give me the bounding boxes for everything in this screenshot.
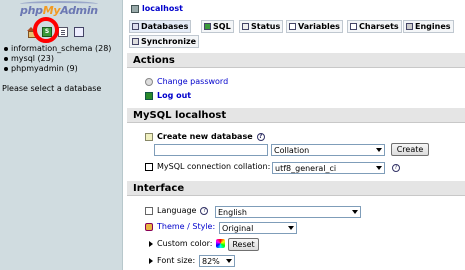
language-select[interactable]: English (215, 206, 361, 218)
create-button[interactable]: Create (391, 143, 429, 156)
navigation-panel: phpMyAdmin S information_schema (28) mys… (0, 0, 123, 270)
change-password-row[interactable]: Change password (145, 77, 228, 86)
theme-label-link[interactable]: Theme / Style: (157, 222, 215, 231)
new-database-icon (145, 132, 153, 141)
chevron-down-icon (288, 226, 294, 230)
theme-select[interactable]: Original (219, 222, 297, 234)
charsets-icon (350, 23, 357, 30)
connection-collation-row: MySQL connection collation: (145, 162, 270, 171)
tab-charsets[interactable]: Charsets (347, 20, 402, 33)
server-icon (131, 4, 139, 13)
custom-color-row: Custom color: (149, 239, 226, 248)
reset-button[interactable]: Reset (228, 238, 259, 251)
documentation-icon[interactable] (58, 27, 68, 37)
server-name[interactable]: localhost (142, 4, 183, 13)
section-heading: MySQL localhost (127, 108, 465, 123)
tab-synchronize[interactable]: Synchronize (129, 35, 200, 48)
section-heading: Actions (127, 53, 465, 68)
color-picker-icon[interactable] (216, 239, 226, 248)
change-password-link[interactable]: Change password (157, 77, 228, 86)
collation-icon (145, 162, 153, 171)
database-name-input[interactable] (154, 144, 268, 156)
table-count: (28) (94, 44, 112, 53)
tab-databases[interactable]: Databases (129, 20, 192, 33)
custom-color-label: Custom color: (157, 239, 213, 248)
help-icon[interactable]: ? (200, 206, 209, 215)
font-size-select[interactable]: 82% (199, 255, 235, 267)
interface-section: Interface (127, 181, 465, 196)
chevron-down-icon (376, 148, 382, 152)
logout-icon (145, 91, 153, 100)
key-icon (145, 77, 153, 86)
create-database-label: Create new database (157, 132, 253, 141)
bullet (4, 47, 8, 51)
bullet-arrow-icon (149, 257, 153, 264)
help-icon[interactable]: ? (392, 164, 400, 172)
status-icon (242, 23, 249, 30)
highlight-circle (33, 17, 59, 43)
actions-section: Actions (127, 53, 465, 68)
database-name[interactable]: phpmyadmin (11, 64, 64, 74)
bullet (4, 57, 8, 61)
mysql-section: MySQL localhost (127, 108, 465, 123)
synchronize-icon (132, 38, 139, 45)
tab-engines[interactable]: Engines (403, 20, 454, 33)
chevron-down-icon (226, 259, 232, 263)
databases-icon (132, 23, 139, 30)
collation-select[interactable]: Collation (271, 144, 385, 156)
help-icon[interactable]: ? (256, 132, 265, 141)
database-item[interactable]: mysql (23) (4, 54, 111, 64)
language-label: Language (157, 206, 197, 215)
database-item[interactable]: information_schema (28) (4, 44, 111, 54)
tab-sql[interactable]: SQL (201, 20, 234, 33)
select-database-message: Please select a database (2, 84, 102, 93)
database-name[interactable]: information_schema (11, 44, 92, 54)
help-icon[interactable] (74, 27, 84, 37)
language-row: Language ? (145, 206, 209, 215)
connection-collation-label: MySQL connection collation: (157, 162, 271, 171)
server-breadcrumb[interactable]: localhost (131, 4, 183, 13)
tab-variables[interactable]: Variables (286, 20, 343, 33)
log-out-row[interactable]: Log out (145, 91, 191, 100)
chevron-down-icon (352, 210, 358, 214)
theme-icon (145, 222, 153, 231)
phpmyadmin-logo[interactable]: phpMyAdmin (20, 4, 98, 17)
database-item[interactable]: phpmyadmin (9) (4, 64, 111, 74)
font-size-label: Font size: (157, 256, 196, 265)
tab-status[interactable]: Status (239, 20, 284, 33)
log-out-link[interactable]: Log out (157, 91, 191, 100)
language-icon (145, 206, 153, 215)
bullet-arrow-icon (149, 240, 153, 247)
create-database-row: Create new database ? (145, 132, 265, 141)
section-heading: Interface (127, 181, 465, 196)
database-name[interactable]: mysql (11, 54, 35, 64)
font-size-row: Font size: (149, 256, 195, 265)
chevron-down-icon (376, 166, 382, 170)
theme-row: Theme / Style: (145, 222, 215, 231)
bullet (4, 67, 8, 71)
variables-icon (289, 23, 296, 30)
sql-icon (204, 23, 211, 30)
connection-collation-select[interactable]: utf8_general_ci (272, 162, 385, 174)
database-list: information_schema (28) mysql (23) phpmy… (4, 44, 111, 74)
table-count: (23) (37, 54, 54, 63)
main-panel: localhost Databases SQL Status Variables… (127, 0, 465, 270)
table-count: (9) (66, 64, 78, 73)
engines-icon (406, 23, 413, 30)
